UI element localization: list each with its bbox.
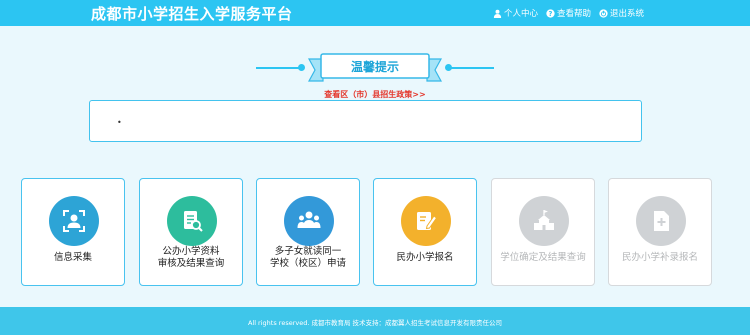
logout-label: 退出系统 [609,9,644,19]
public-school-review-card[interactable]: 公办小学资料 审核及结果查询 [139,178,243,286]
card-label: 公办小学资料 审核及结果查询 [157,246,225,269]
multi-child-application-card[interactable]: 多子女就读同一 学校（校区）申请 [256,178,360,286]
banner-line-right [448,67,494,69]
school-building-icon [534,210,554,230]
card-icon-circle [49,196,99,246]
card-label: 多子女就读同一 学校（校区）申请 [269,246,346,269]
notice-bullet: • [117,118,122,127]
banner-dot-left [298,64,305,71]
add-document-icon [654,211,669,231]
footer-bar: All rights reserved. 成都市教育局 技术支持：成都翼人招生考… [0,307,750,335]
help-label: 查看帮助 [556,9,591,19]
people-group-icon [297,211,321,228]
card-icon-circle [167,196,217,246]
private-school-registration-card[interactable]: 民办小学报名 [373,178,477,286]
card-icon-circle [636,196,686,246]
personal-center-label: 个人中心 [503,9,538,19]
document-search-icon [184,211,203,232]
banner-line-left [256,67,302,69]
help-link[interactable]: ? 查看帮助 [546,7,591,19]
header-bar: 成都市小学招生入学服务平台 个人中心 ? 查看帮助 退出系统 [0,0,750,26]
degree-confirmation-card: 学位确定及结果查询 [491,178,595,286]
card-label: 民办小学报名 [396,252,454,263]
private-school-supplementary-card: 民办小学补录报名 [608,178,712,286]
card-label: 学位确定及结果查询 [500,252,586,263]
site-title: 成都市小学招生入学服务平台 [91,5,293,23]
info-collection-card[interactable]: 信息采集 [21,178,125,286]
id-scan-icon [63,210,85,232]
card-icon-circle [519,196,569,246]
header-nav: 个人中心 ? 查看帮助 退出系统 [493,7,644,19]
card-icon-circle [284,196,334,246]
personal-center-link[interactable]: 个人中心 [493,7,538,19]
card-label: 信息采集 [53,252,92,263]
footer-text: All rights reserved. 成都市教育局 技术支持：成都翼人招生考… [247,319,503,327]
edit-form-icon [417,212,438,230]
policy-link[interactable]: 查看区（市）县招生政策>> [300,89,450,100]
help-icon: ? [546,8,555,18]
notice-box [89,100,642,142]
user-icon [493,9,502,18]
logout-link[interactable]: 退出系统 [599,7,644,19]
card-label: 民办小学补录报名 [621,252,698,263]
power-icon [599,8,608,18]
banner-dot-right [445,64,452,71]
card-icon-circle [401,196,451,246]
banner-title: 温馨提示 [350,60,399,74]
svg-text:?: ? [549,10,553,18]
